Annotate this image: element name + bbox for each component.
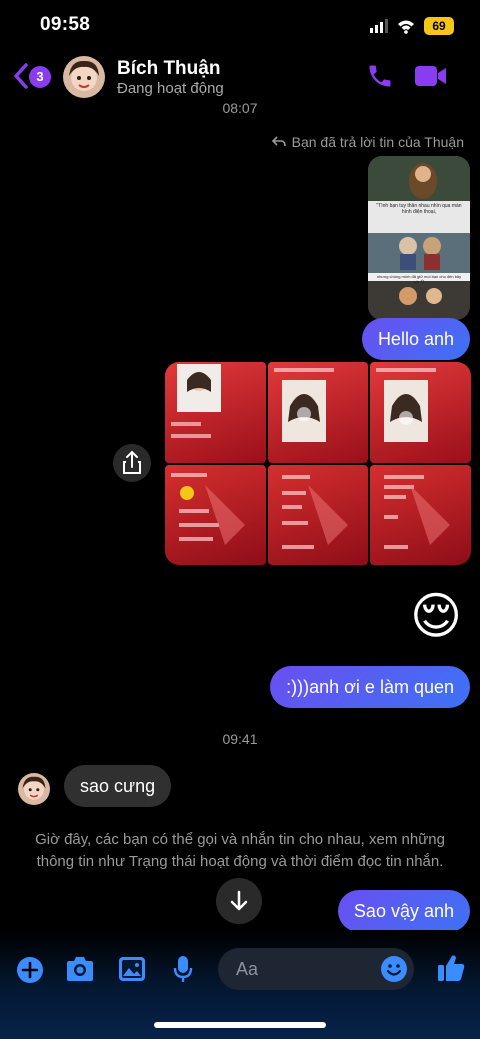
- plus-icon[interactable]: [16, 956, 44, 984]
- incoming-message[interactable]: sao cưng: [64, 765, 172, 807]
- unread-badge: 3: [29, 66, 51, 88]
- photo-thumbnail[interactable]: [165, 362, 266, 463]
- photo-thumbnail[interactable]: [370, 464, 471, 565]
- home-indicator: [154, 1022, 326, 1028]
- share-icon: [123, 450, 141, 474]
- outgoing-message[interactable]: Sao vậy anh: [337, 890, 470, 932]
- gallery-icon[interactable]: [117, 955, 147, 983]
- battery-indicator: 69: [424, 17, 454, 35]
- status-time: 09:58: [40, 14, 91, 35]
- back-chevron-icon[interactable]: [12, 62, 30, 90]
- reply-note-text: Bạn đã trả lời tin của Thuận: [291, 134, 464, 150]
- scroll-down-button[interactable]: [216, 878, 262, 924]
- sender-avatar[interactable]: [18, 773, 50, 805]
- outgoing-message[interactable]: :)))anh ơi e làm quen: [270, 666, 470, 708]
- camera-icon[interactable]: [64, 954, 96, 984]
- timestamp: 09:41: [222, 731, 258, 747]
- timestamp: 08:07: [222, 100, 258, 116]
- replied-image[interactable]: "Tình bạn tuy thân nhau nhìn qua màn hìn…: [368, 156, 470, 320]
- contact-status: Đang hoạt động: [117, 80, 224, 97]
- emoji-icon[interactable]: [380, 955, 408, 983]
- info-notice: Giờ đây, các bạn có thể gọi và nhắn tin …: [35, 831, 445, 870]
- emoji-reaction[interactable]: 😌: [410, 586, 462, 646]
- thumbs-up-icon[interactable]: [436, 952, 466, 984]
- video-call-icon[interactable]: [414, 64, 448, 88]
- image-caption-bottom: nhưng chúng mình đã giữ mọi bạn cho đến …: [376, 274, 462, 284]
- avatar[interactable]: [63, 56, 105, 98]
- microphone-icon[interactable]: [172, 954, 194, 984]
- share-button[interactable]: [113, 444, 151, 482]
- contact-name[interactable]: Bích Thuận: [117, 58, 220, 80]
- photo-thumbnail[interactable]: [370, 362, 471, 463]
- photo-grid[interactable]: [165, 362, 471, 565]
- photo-thumbnail[interactable]: [267, 464, 369, 565]
- reply-note: Bạn đã trả lời tin của Thuận: [271, 134, 464, 150]
- message-input-placeholder: Aa: [236, 959, 259, 979]
- phone-call-icon[interactable]: [366, 62, 394, 90]
- photo-thumbnail[interactable]: [267, 362, 369, 463]
- image-caption-top: "Tình bạn tuy thân nhau nhìn qua màn hìn…: [376, 203, 462, 215]
- outgoing-message[interactable]: Hello anh: [361, 318, 470, 360]
- photo-thumbnail[interactable]: [165, 464, 266, 565]
- arrow-down-icon: [230, 890, 248, 911]
- signal-wifi-icon: [370, 19, 414, 34]
- reply-arrow-icon: [271, 136, 286, 147]
